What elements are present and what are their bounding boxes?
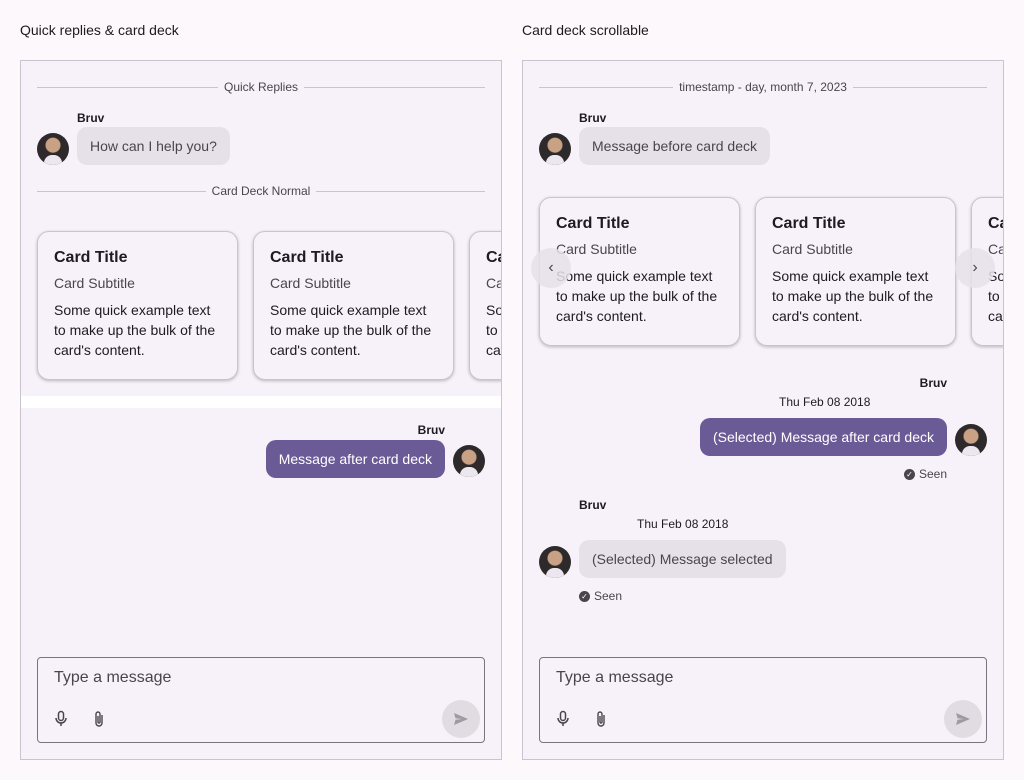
message-sender: Bruv <box>579 111 607 125</box>
card-deck-scrollable[interactable]: Card Title Card Subtitle Some quick exam… <box>539 197 1003 347</box>
card-text: Some quick example text to make up the b… <box>270 302 432 358</box>
card-text: Some quick example text to make up the b… <box>486 302 502 358</box>
panel-title-left: Quick replies & card deck <box>20 22 179 38</box>
card-text: Some quick example text to make up the b… <box>556 268 718 324</box>
message-bubble[interactable]: Message before card deck <box>579 127 770 165</box>
send-button[interactable] <box>944 700 982 738</box>
mic-icon[interactable] <box>556 710 570 728</box>
card-title: Card Title <box>54 249 128 266</box>
message-composer[interactable]: Type a message <box>539 657 987 743</box>
card[interactable]: Card Title Card Subtitle Some quick exam… <box>469 231 502 380</box>
card-subtitle: Card Subtitle <box>556 241 637 257</box>
chat-panel-left: Quick Replies Bruv How can I help you? C… <box>20 60 502 760</box>
paperclip-icon[interactable] <box>594 710 608 728</box>
message-bubble-selected[interactable]: (Selected) Message selected <box>579 540 786 578</box>
message-bubble[interactable]: How can I help you? <box>77 127 230 165</box>
send-icon <box>454 713 468 725</box>
avatar[interactable] <box>453 445 485 477</box>
card[interactable]: Card Title Card Subtitle Some quick exam… <box>253 231 454 380</box>
divider-label: Card Deck Normal <box>211 184 311 198</box>
message-sender: Bruv <box>77 111 105 125</box>
avatar[interactable] <box>955 424 987 456</box>
card-title: Card Title <box>556 215 630 232</box>
seen-status: ✓ Seen <box>579 589 622 603</box>
card-subtitle: Card Subtitle <box>772 241 853 257</box>
card-subtitle: Card Subtitle <box>270 275 351 291</box>
chat-panel-right: timestamp - day, month 7, 2023 Bruv Mess… <box>522 60 1004 760</box>
check-circle-icon: ✓ <box>903 468 915 480</box>
message-sender: Bruv <box>417 423 445 437</box>
card-title: Card Title <box>486 249 501 266</box>
card-title: Card Title <box>988 215 1003 232</box>
avatar[interactable] <box>37 133 69 165</box>
card-subtitle: Card Subtitle <box>54 275 135 291</box>
avatar[interactable] <box>539 133 571 165</box>
message-sender: Bruv <box>579 498 607 512</box>
message-input[interactable]: Type a message <box>556 669 673 687</box>
card-subtitle: Card Subtitle <box>486 275 501 291</box>
separator-band <box>21 396 501 408</box>
message-sender: Bruv <box>919 376 947 390</box>
check-circle-icon: ✓ <box>579 590 590 602</box>
card-deck-divider: Card Deck Normal <box>37 183 486 199</box>
seen-status: ✓ Seen <box>903 467 947 481</box>
message-timestamp: Thu Feb 08 2018 <box>779 395 871 409</box>
panel-title-right: Card deck scrollable <box>522 22 649 38</box>
timestamp-divider: timestamp - day, month 7, 2023 <box>539 79 988 95</box>
card-deck: Card Title Card Subtitle Some quick exam… <box>37 231 502 381</box>
paperclip-icon[interactable] <box>92 710 106 728</box>
message-bubble-outgoing[interactable]: (Selected) Message after card deck <box>700 418 947 456</box>
card-text: Some quick example text to make up the b… <box>772 268 934 324</box>
card-title: Card Title <box>772 215 846 232</box>
card-text: Some quick example text to make up the b… <box>54 302 216 358</box>
message-composer[interactable]: Type a message <box>37 657 485 743</box>
message-bubble-outgoing[interactable]: Message after card deck <box>265 440 445 478</box>
seen-label: Seen <box>594 589 623 603</box>
card-title: Card Title <box>270 249 344 266</box>
chevron-left-icon: ‹ <box>548 259 554 276</box>
message-timestamp: Thu Feb 08 2018 <box>637 517 729 531</box>
quick-replies-divider: Quick Replies <box>37 79 485 95</box>
avatar[interactable] <box>539 546 571 578</box>
carousel-next-button[interactable]: › <box>955 248 995 288</box>
mic-icon[interactable] <box>54 710 68 728</box>
divider-label: timestamp - day, month 7, 2023 <box>679 80 847 94</box>
send-button[interactable] <box>442 700 480 738</box>
carousel-prev-button[interactable]: ‹ <box>531 248 571 288</box>
divider-label: Quick Replies <box>223 80 299 94</box>
seen-label: Seen <box>918 467 947 481</box>
card[interactable]: Card Title Card Subtitle Some quick exam… <box>37 231 238 380</box>
chevron-right-icon: › <box>972 259 978 276</box>
message-input[interactable]: Type a message <box>54 669 171 687</box>
card[interactable]: Card Title Card Subtitle Some quick exam… <box>755 197 956 346</box>
send-icon <box>956 713 970 725</box>
